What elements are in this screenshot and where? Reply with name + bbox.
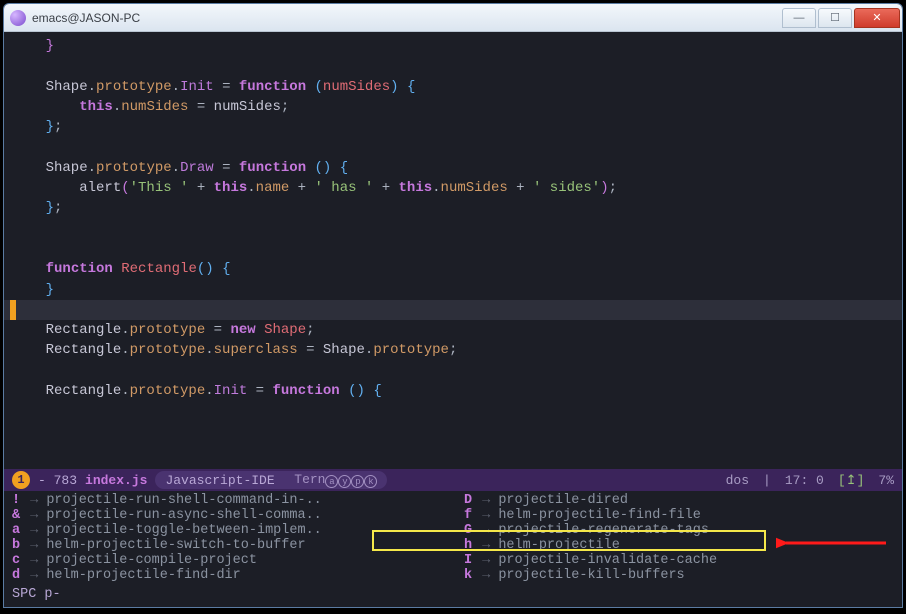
major-mode-pill[interactable]: Javascript-IDE Ternaypk: [155, 471, 387, 489]
emacs-window: emacs@JASON-PC — ☐ ✕ } Shape.prototype.I…: [3, 3, 903, 608]
wk-key[interactable]: G: [464, 523, 474, 538]
file-encoding: dos: [726, 473, 749, 488]
window-title: emacs@JASON-PC: [32, 11, 140, 25]
wk-command: projectile-regenerate-tags: [498, 523, 709, 538]
minimize-button[interactable]: —: [782, 8, 816, 28]
cursor-line: [4, 300, 902, 320]
wk-key[interactable]: D: [464, 493, 474, 508]
wk-command: projectile-compile-project: [46, 553, 257, 568]
wk-command: projectile-toggle-between-implem..: [46, 523, 321, 538]
wk-command: projectile-run-shell-command-in-..: [46, 493, 321, 508]
wk-command: helm-projectile-find-file: [498, 508, 701, 523]
wk-key[interactable]: f: [464, 508, 474, 523]
modeline: 1 - 783 index.js Javascript-IDE Ternaypk…: [4, 469, 902, 491]
scroll-percent: 7%: [878, 473, 894, 488]
wk-key[interactable]: I: [464, 553, 474, 568]
wk-key[interactable]: !: [12, 493, 22, 508]
maximize-button[interactable]: ☐: [818, 8, 852, 28]
emacs-icon: [10, 10, 26, 26]
which-key-column-right: D → projectile-dired f → helm-projectile…: [464, 493, 894, 583]
wk-key[interactable]: h: [464, 538, 474, 553]
vc-up-icon: ↥: [846, 473, 857, 488]
code-editor[interactable]: } Shape.prototype.Init = function (numSi…: [4, 32, 902, 469]
buffer-name[interactable]: index.js: [85, 473, 147, 488]
wk-key[interactable]: k: [464, 568, 474, 583]
titlebar[interactable]: emacs@JASON-PC — ☐ ✕: [4, 4, 902, 32]
minibuffer-text: SPC p-: [12, 587, 61, 602]
wk-key[interactable]: &: [12, 508, 22, 523]
cursor-position: 17: 0: [785, 473, 824, 488]
wk-command: projectile-kill-buffers: [498, 568, 684, 583]
wk-command: helm-projectile: [498, 538, 620, 553]
minibuffer[interactable]: SPC p-: [4, 587, 902, 607]
which-key-panel: ! → projectile-run-shell-command-in-.. &…: [4, 491, 902, 587]
wk-command: helm-projectile-switch-to-buffer: [46, 538, 305, 553]
wk-key[interactable]: d: [12, 568, 22, 583]
wk-key[interactable]: a: [12, 523, 22, 538]
wk-key[interactable]: b: [12, 538, 22, 553]
window-number-badge: 1: [12, 471, 30, 489]
window-controls: — ☐ ✕: [780, 8, 900, 28]
close-button[interactable]: ✕: [854, 8, 900, 28]
wk-key[interactable]: c: [12, 553, 22, 568]
wk-command: projectile-run-async-shell-comma..: [46, 508, 321, 523]
line-indicator: - 783: [38, 473, 77, 488]
code-line: }: [12, 38, 54, 54]
which-key-column-left: ! → projectile-run-shell-command-in-.. &…: [12, 493, 442, 583]
wk-command: helm-projectile-find-dir: [46, 568, 240, 583]
wk-command: projectile-dired: [498, 493, 628, 508]
wk-command: projectile-invalidate-cache: [498, 553, 717, 568]
